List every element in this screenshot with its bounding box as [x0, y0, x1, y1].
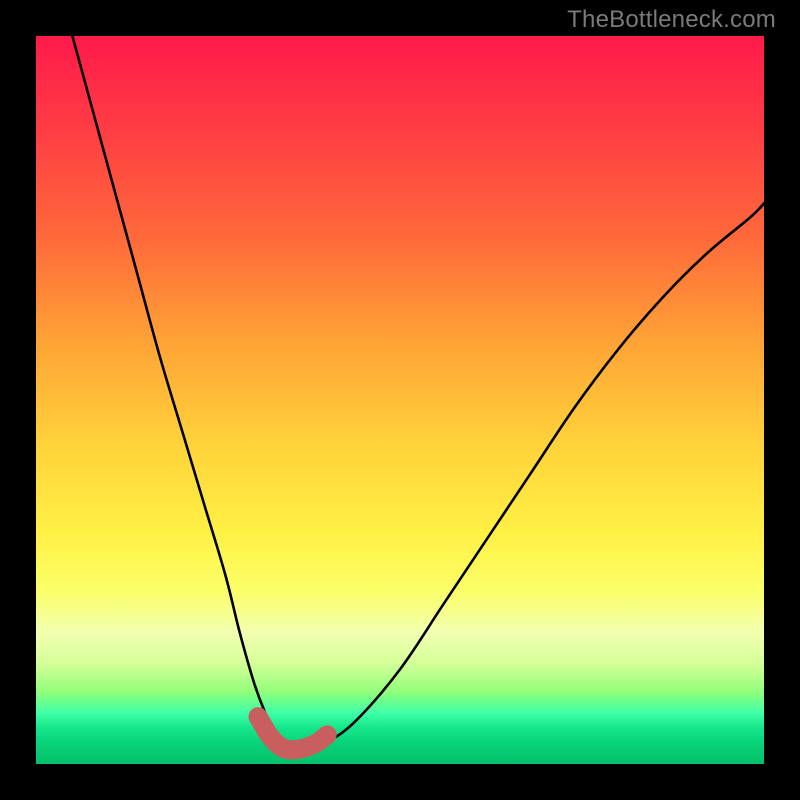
highlighted-band: [258, 717, 327, 750]
chart-svg: [36, 36, 764, 764]
chart-frame: TheBottleneck.com: [0, 0, 800, 800]
plot-area: [36, 36, 764, 764]
watermark-text: TheBottleneck.com: [567, 6, 776, 34]
highlighted-dot: [250, 708, 267, 725]
bottleneck-curve: [72, 36, 764, 749]
